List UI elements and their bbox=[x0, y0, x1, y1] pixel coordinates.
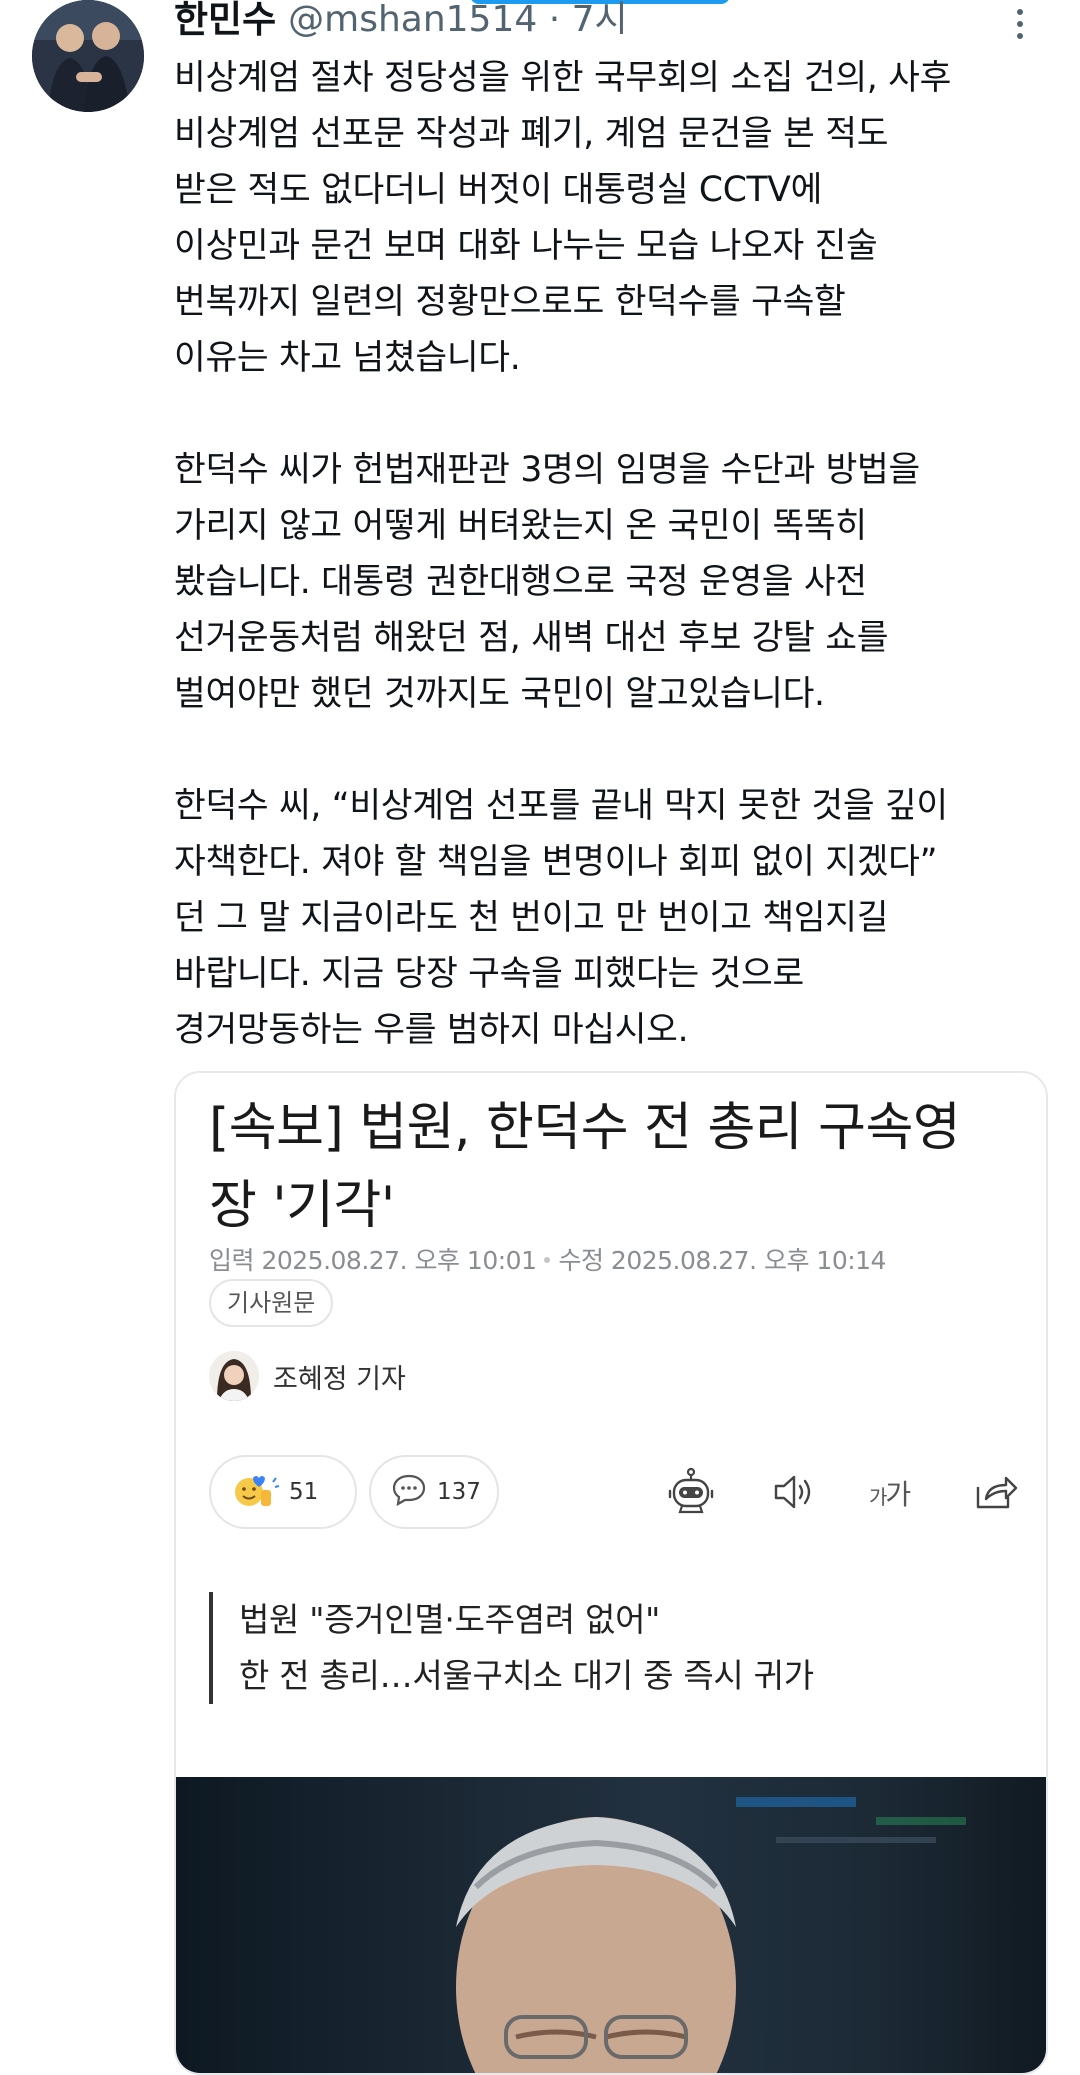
tweet-line: 한덕수 씨, “비상계엄 선포를 끝내 막지 못한 것을 깊이 bbox=[174, 786, 948, 826]
tweet-line: 가리지 않고 어떻게 버텨왔는지 온 국민이 똑똑히 bbox=[174, 506, 867, 546]
tweet-line: 자책한다. 져야 할 책임을 변명이나 회피 없이 지겠다” bbox=[174, 842, 938, 882]
original-article-button[interactable]: 기사원문 bbox=[209, 1279, 334, 1327]
tweet-paragraph: 한덕수 씨가 헌법재판관 3명의 임명을 수단과 방법을 가리지 않고 어떻게 … bbox=[174, 442, 1054, 722]
article-preview-card[interactable]: [속보] 법원, 한덕수 전 총리 구속영 장 '기각' 입력 2025.08.… bbox=[174, 1071, 1048, 2075]
reaction-button[interactable]: 51 bbox=[209, 1455, 357, 1529]
tweet-line: 던 그 말 지금이라도 천 번이고 만 번이고 책임지길 bbox=[174, 898, 889, 938]
tweet-line: 벌여야만 했던 것까지도 국민이 알고있습니다. bbox=[174, 674, 825, 714]
tweet-line: 봤습니다. 대통령 권한대행으로 국정 운영을 사전 bbox=[174, 562, 867, 602]
reporter-avatar bbox=[209, 1351, 259, 1401]
subhead-line: 법원 "증거인멸·도주염려 없어" bbox=[239, 1600, 661, 1639]
tweet-line: 한덕수 씨가 헌법재판관 3명의 임명을 수단과 방법을 bbox=[174, 450, 920, 490]
tweet-line: 이유는 차고 넘쳤습니다. bbox=[174, 338, 521, 378]
separator-dot bbox=[544, 1257, 551, 1263]
display-name[interactable]: 한민수 bbox=[174, 0, 276, 43]
speaker-icon[interactable] bbox=[766, 1465, 820, 1519]
tweet-line: 비상계엄 선포문 작성과 폐기, 계엄 문건을 본 적도 bbox=[174, 114, 889, 154]
font-size-large-label: 가 bbox=[885, 1478, 911, 1511]
font-size-button[interactable]: 가가 bbox=[869, 1473, 911, 1513]
tweet-body: 비상계엄 절차 정당성을 위한 국무회의 소집 건의, 사후 비상계엄 선포문 … bbox=[174, 50, 1054, 1058]
tweet-line: 받은 적도 없다더니 버젓이 대통령실 CCTV에 bbox=[174, 170, 823, 210]
tweet-paragraph: 한덕수 씨, “비상계엄 선포를 끝내 막지 못한 것을 깊이 자책한다. 져야… bbox=[174, 778, 1054, 1058]
comment-count: 137 bbox=[437, 1479, 481, 1505]
article-dates: 입력 2025.08.27. 오후 10:01 수정 2025.08.27. 오후… bbox=[209, 1241, 886, 1277]
comment-bubble-icon bbox=[391, 1473, 427, 1511]
article-headline: [속보] 법원, 한덕수 전 총리 구속영 장 '기각' bbox=[209, 1089, 1009, 1245]
reporter-byline[interactable]: 조혜정 기자 bbox=[209, 1351, 406, 1401]
avatar[interactable] bbox=[32, 0, 144, 112]
reaction-count: 51 bbox=[289, 1479, 319, 1505]
emoji-reaction-icon bbox=[231, 1470, 280, 1514]
modified-date: 수정 2025.08.27. 오후 10:14 bbox=[558, 1246, 886, 1275]
tweet-paragraph: 비상계엄 절차 정당성을 위한 국무회의 소집 건의, 사후 비상계엄 선포문 … bbox=[174, 50, 1054, 386]
tweet-line: 비상계엄 절차 정당성을 위한 국무회의 소집 건의, 사후 bbox=[174, 58, 952, 98]
font-size-small-label: 가 bbox=[869, 1485, 887, 1509]
tweet-header: 한민수 @mshan1514 · 7시 bbox=[174, 0, 628, 41]
headline-line: 장 '기각' bbox=[209, 1176, 395, 1236]
headline-line: [속보] 법원, 한덕수 전 총리 구속영 bbox=[209, 1098, 961, 1158]
tweet-line: 선거운동처럼 해왔던 점, 새벽 대선 후보 강탈 쇼를 bbox=[174, 618, 889, 658]
tweet-line: 번복까지 일련의 정황만으로도 한덕수를 구속할 bbox=[174, 282, 846, 322]
robot-summary-icon[interactable] bbox=[664, 1465, 718, 1519]
tweet-line: 경거망동하는 우를 범하지 마십시오. bbox=[174, 1010, 689, 1050]
subhead-line: 한 전 총리…서울구치소 대기 중 즉시 귀가 bbox=[239, 1656, 814, 1695]
comment-button[interactable]: 137 bbox=[369, 1455, 499, 1529]
article-photo[interactable] bbox=[176, 1777, 1046, 2073]
share-icon[interactable] bbox=[966, 1465, 1020, 1519]
reporter-name: 조혜정 기자 bbox=[273, 1363, 406, 1395]
article-subheading: 법원 "증거인멸·도주염려 없어" 한 전 총리…서울구치소 대기 중 즉시 귀… bbox=[209, 1592, 814, 1704]
tweet-line: 바랍니다. 지금 당장 구속을 피했다는 것으로 bbox=[174, 954, 804, 994]
avatar-photo bbox=[32, 0, 144, 112]
tweet-line: 이상민과 문건 보며 대화 나누는 모습 나오자 진술 bbox=[174, 226, 878, 266]
input-date: 입력 2025.08.27. 오후 10:01 bbox=[209, 1246, 537, 1275]
more-vertical-icon[interactable] bbox=[1010, 4, 1030, 44]
handle-and-time[interactable]: @mshan1514 · 7시 bbox=[288, 0, 628, 42]
